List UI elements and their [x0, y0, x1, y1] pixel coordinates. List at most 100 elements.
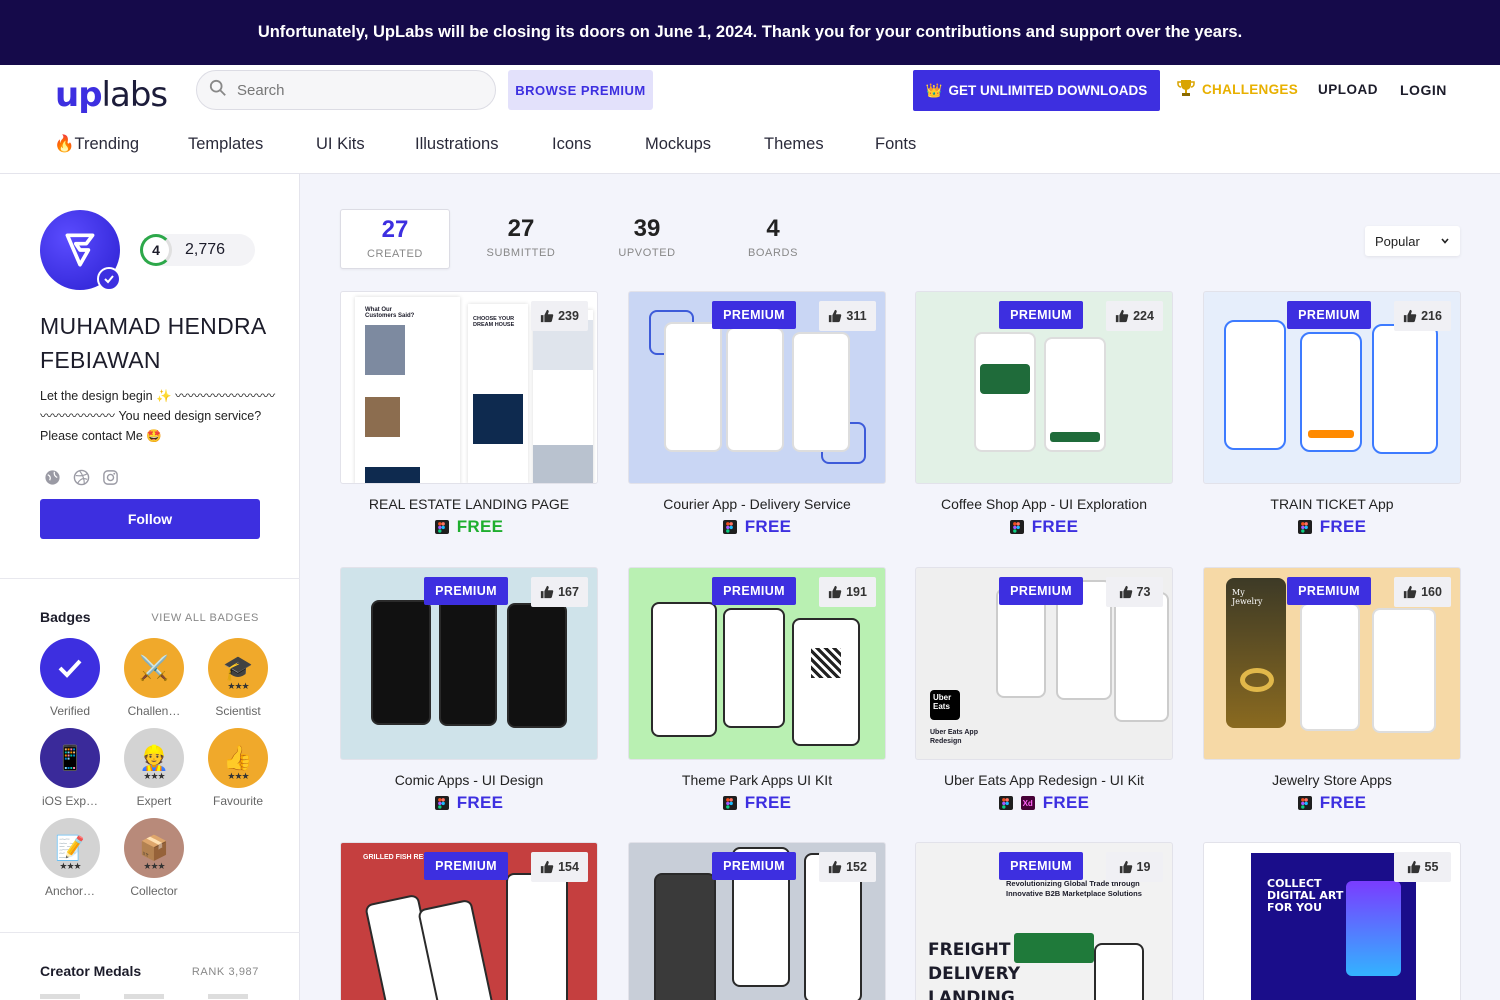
login-link[interactable]: LOGIN [1400, 82, 1447, 98]
challenges-link[interactable]: CHALLENGES [1176, 78, 1298, 101]
upload-link[interactable]: UPLOAD [1318, 82, 1378, 97]
view-all-badges-link[interactable]: VIEW ALL BADGES [151, 612, 259, 624]
stat-number: 4 [766, 215, 780, 242]
coffee-card [980, 364, 1030, 394]
design-title[interactable]: Theme Park Apps UI KIt [628, 772, 886, 788]
nav-ui-kits[interactable]: UI Kits [316, 135, 415, 154]
design-thumbnail[interactable]: PREMIUM 191 [628, 567, 886, 760]
design-title[interactable]: Uber Eats App Redesign - UI Kit [915, 772, 1173, 788]
instagram-icon[interactable] [102, 469, 119, 486]
like-button[interactable]: 19 [1106, 852, 1163, 882]
like-button[interactable]: 73 [1106, 577, 1163, 607]
follow-button[interactable]: Follow [40, 499, 260, 539]
stat-label: SUBMITTED [486, 247, 556, 259]
globe-icon[interactable] [44, 469, 61, 486]
design-thumbnail[interactable]: PREMIUM 224 [915, 291, 1173, 484]
tab-created[interactable]: 27 CREATED [340, 209, 450, 269]
design-card[interactable]: PREMIUM 311 Courier App - Delivery Service… [628, 291, 886, 537]
chevron-down-icon [1440, 234, 1450, 249]
design-thumbnail[interactable]: PREMIUM 152 [628, 842, 886, 1000]
badge-expert[interactable]: 👷 ★★★ Expert [120, 728, 188, 808]
xd-icon: Xd [1020, 796, 1035, 810]
badge-anchor[interactable]: 📝 ★★★ Anchor… [36, 818, 104, 898]
like-button[interactable]: 154 [531, 852, 588, 882]
badge-ios-expert[interactable]: 📱 iOS Exp… [36, 728, 104, 808]
design-thumbnail[interactable]: Revolutionizing Global Trade through Inn… [915, 842, 1173, 1000]
badge-stars: ★★★ [59, 861, 81, 871]
design-thumbnail[interactable]: What Our Customers Said? CHOOSE YOUR DREA… [340, 291, 598, 484]
design-card[interactable]: PREMIUM 224 Coffee Shop App - UI Explorati… [915, 291, 1173, 537]
nft-artwork [1346, 881, 1401, 976]
design-thumbnail[interactable]: PREMIUM 311 [628, 291, 886, 484]
tab-submitted[interactable]: 27 SUBMITTED [466, 209, 576, 269]
stat-number: 27 [507, 215, 535, 242]
phone-icon: 📱 [55, 744, 85, 772]
logo-up: up [55, 75, 103, 115]
like-button[interactable]: 55 [1394, 852, 1451, 882]
badge-label: Scientist [215, 704, 261, 718]
design-thumbnail[interactable]: PREMIUM 167 [340, 567, 598, 760]
like-button[interactable]: 239 [531, 301, 588, 331]
nav-fonts[interactable]: Fonts [875, 135, 916, 154]
design-thumbnail[interactable]: COLLECT DIGITAL ART FOR YOU 55 [1203, 842, 1461, 1000]
design-card[interactable]: PREMIUM 167 Comic Apps - UI Design FREE [340, 567, 598, 813]
like-button[interactable]: 191 [819, 577, 876, 607]
nav-trending[interactable]: 🔥Trending [54, 135, 188, 154]
stat-number: 27 [381, 216, 409, 243]
search-box[interactable] [196, 70, 496, 110]
trophy-icon [1176, 78, 1196, 101]
design-card[interactable]: My Jewelry PREMIUM 160 Jewelry Store Apps FR… [1203, 567, 1461, 813]
tab-boards[interactable]: 4 BOARDS [718, 209, 828, 269]
browse-premium-button[interactable]: BROWSE PREMIUM [508, 70, 653, 110]
design-title[interactable]: Coffee Shop App - UI Exploration [915, 496, 1173, 512]
like-button[interactable]: 216 [1394, 301, 1451, 331]
stat-label: BOARDS [747, 247, 799, 259]
badge-verified[interactable]: Verified [36, 638, 104, 718]
design-thumbnail[interactable]: PREMIUM 216 [1203, 291, 1461, 484]
figma-icon [434, 520, 449, 534]
figma-icon [434, 796, 449, 810]
sort-dropdown[interactable]: Popular [1365, 226, 1460, 256]
design-title[interactable]: Comic Apps - UI Design [340, 772, 598, 788]
design-card[interactable]: Revolutionizing Global Trade through Inn… [915, 842, 1173, 1000]
dribbble-icon[interactable] [73, 469, 90, 486]
design-title[interactable]: Courier App - Delivery Service [628, 496, 886, 512]
design-card[interactable]: What Our Customers Said? CHOOSE YOUR DREA… [340, 291, 598, 537]
jewelry-hero: My Jewelry [1226, 578, 1286, 728]
design-title[interactable]: TRAIN TICKET App [1203, 496, 1461, 512]
design-thumbnail[interactable]: My Jewelry PREMIUM 160 [1203, 567, 1461, 760]
tab-upvoted[interactable]: 39 UPVOTED [592, 209, 702, 269]
like-button[interactable]: 224 [1106, 301, 1163, 331]
like-button[interactable]: 311 [819, 301, 876, 331]
design-thumbnail[interactable]: GRILLED FISH RESTAURANT PREMIUM 154 [340, 842, 598, 1000]
design-card[interactable]: GRILLED FISH RESTAURANT PREMIUM 154 [340, 842, 598, 1000]
badge-favourite[interactable]: 👍 ★★★ Favourite [204, 728, 272, 808]
like-button[interactable]: 167 [531, 577, 588, 607]
nav-themes[interactable]: Themes [764, 135, 875, 154]
like-count: 239 [558, 309, 579, 323]
badge-challenger[interactable]: ⚔️ Challen… [120, 638, 188, 718]
design-card[interactable]: COLLECT DIGITAL ART FOR YOU 55 [1203, 842, 1461, 1000]
design-card[interactable]: PREMIUM 191 Theme Park Apps UI KIt FREE [628, 567, 886, 813]
search-input[interactable] [237, 81, 477, 99]
design-title[interactable]: REAL ESTATE LANDING PAGE [340, 496, 598, 512]
uplabs-logo[interactable]: uplabs [55, 75, 168, 115]
mockup-image [533, 445, 593, 483]
design-thumbnail[interactable]: Uber Eats Uber Eats App Redesign PREMIUM 73 [915, 567, 1173, 760]
badge-collector[interactable]: 📦 ★★★ Collector [120, 818, 188, 898]
design-card[interactable]: Uber Eats Uber Eats App Redesign PREMIUM 73… [915, 567, 1173, 813]
like-button[interactable]: 152 [819, 852, 876, 882]
nav-mockups[interactable]: Mockups [645, 135, 764, 154]
design-card[interactable]: PREMIUM 216 TRAIN TICKET App FREE [1203, 291, 1461, 537]
nav-illustrations[interactable]: Illustrations [415, 135, 552, 154]
nav-icons[interactable]: Icons [552, 135, 645, 154]
design-card[interactable]: PREMIUM 152 [628, 842, 886, 1000]
get-unlimited-downloads-button[interactable]: 👑 GET UNLIMITED DOWNLOADS [913, 70, 1160, 111]
design-title[interactable]: Jewelry Store Apps [1203, 772, 1461, 788]
like-button[interactable]: 160 [1394, 577, 1451, 607]
phone-mockup [506, 873, 568, 1000]
badge-scientist[interactable]: 🎓 ★★★ Scientist [204, 638, 272, 718]
badges-title: Badges [40, 609, 91, 625]
nav-templates[interactable]: Templates [188, 135, 316, 154]
stat-label: CREATED [367, 248, 423, 260]
